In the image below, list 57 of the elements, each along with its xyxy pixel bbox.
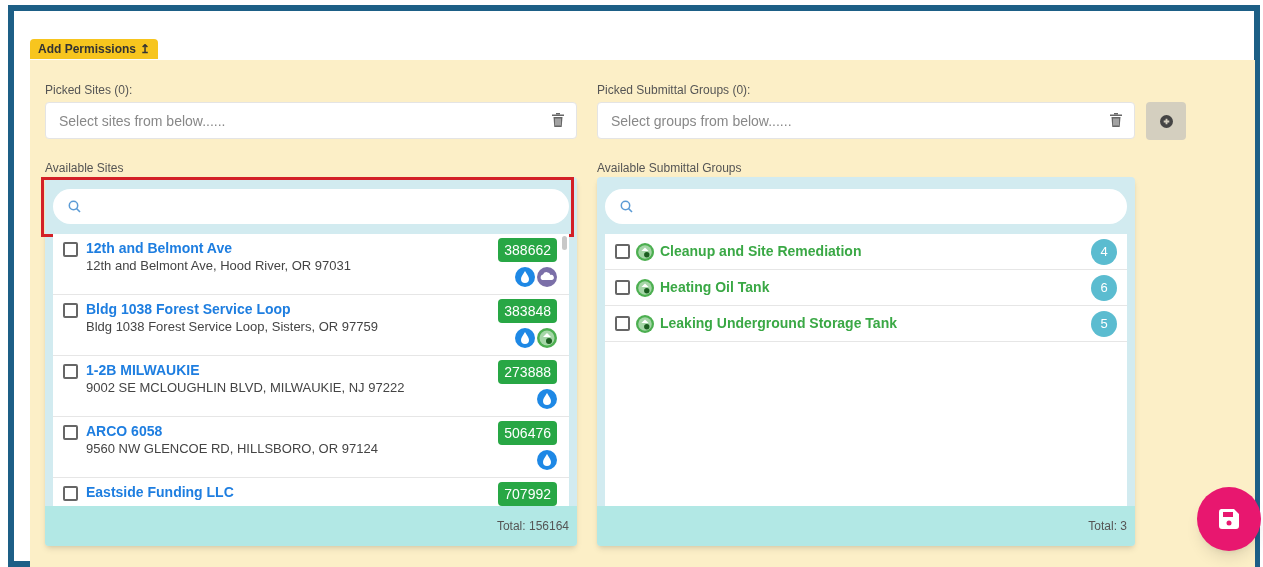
drop-icon <box>515 328 535 348</box>
section-label: Available Sites <box>45 160 125 177</box>
checkbox[interactable] <box>63 242 78 257</box>
save-icon <box>1218 508 1240 530</box>
search-icon <box>68 200 81 213</box>
search-field[interactable] <box>605 189 1127 224</box>
checkbox[interactable] <box>615 244 630 259</box>
field-label: Picked Submittal Groups (0): <box>597 82 752 99</box>
checkbox[interactable] <box>615 280 630 295</box>
site-id-badge: 707992 <box>498 482 557 506</box>
site-id-badge: 506476 <box>498 421 557 445</box>
tank-icon <box>636 242 654 261</box>
site-name-link[interactable]: ARCO 6058 <box>86 422 499 440</box>
drop-icon <box>537 389 557 409</box>
add-button[interactable] <box>1146 102 1186 140</box>
count-badge: 5 <box>1091 310 1117 337</box>
drop-icon <box>515 267 535 287</box>
cloud-icon <box>537 267 557 287</box>
trash-icon[interactable] <box>1110 113 1122 127</box>
checkbox[interactable] <box>63 486 78 501</box>
tank-icon <box>636 314 654 333</box>
checkbox[interactable] <box>63 425 78 440</box>
count-badge: 6 <box>1091 274 1117 301</box>
checkbox[interactable] <box>615 316 630 331</box>
site-id-badge: 388662 <box>498 238 557 262</box>
section-label: Available Submittal Groups <box>597 160 743 177</box>
site-id-badge: 273888 <box>498 360 557 384</box>
trash-icon[interactable] <box>552 113 564 127</box>
field-label: Picked Sites (0): <box>45 82 134 99</box>
upload-icon: ↥ <box>140 40 151 58</box>
site-address: Bldg 1038 Forest Service Loop, Sisters, OR 97759 <box>86 318 379 336</box>
site-name-link[interactable]: 1-2B MILWAUKIE <box>86 361 499 379</box>
site-name-link[interactable]: Eastside Funding LLC <box>86 483 499 501</box>
site-id-badge: 383848 <box>498 299 557 323</box>
site-address: 9560 NW GLENCOE RD, HILLSBORO, OR 97124 <box>86 440 379 458</box>
drop-icon <box>537 450 557 470</box>
total-count: Total: 156164 <box>496 518 569 535</box>
search-field[interactable] <box>53 189 569 224</box>
site-address: 12th and Belmont Ave, Hood River, OR 97031 <box>86 257 352 275</box>
group-name-link[interactable]: Heating Oil Tank <box>660 277 1085 298</box>
count-badge: 4 <box>1091 238 1117 265</box>
tank-icon <box>537 328 557 348</box>
site-address: 9002 SE MCLOUGHLIN BLVD, MILWAUKIE, NJ 97222 <box>86 379 406 397</box>
plus-icon <box>1159 114 1173 128</box>
tank-icon <box>636 278 654 297</box>
search-icon <box>620 200 633 213</box>
site-name-link[interactable]: 12th and Belmont Ave <box>86 239 499 257</box>
checkbox[interactable] <box>63 364 78 379</box>
picked-field[interactable]: Select groups from below...... <box>597 102 1135 139</box>
total-count: Total: 3 <box>1088 518 1127 535</box>
picked-field[interactable]: Select sites from below...... <box>45 102 577 139</box>
scrollbar[interactable] <box>562 236 567 250</box>
group-name-link[interactable]: Leaking Underground Storage Tank <box>660 313 1085 334</box>
site-name-link[interactable]: Bldg 1038 Forest Service Loop <box>86 300 499 318</box>
section-tab[interactable]: Add Permissions ↥ <box>30 39 159 59</box>
checkbox[interactable] <box>63 303 78 318</box>
group-name-link[interactable]: Cleanup and Site Remediation <box>660 241 1085 262</box>
